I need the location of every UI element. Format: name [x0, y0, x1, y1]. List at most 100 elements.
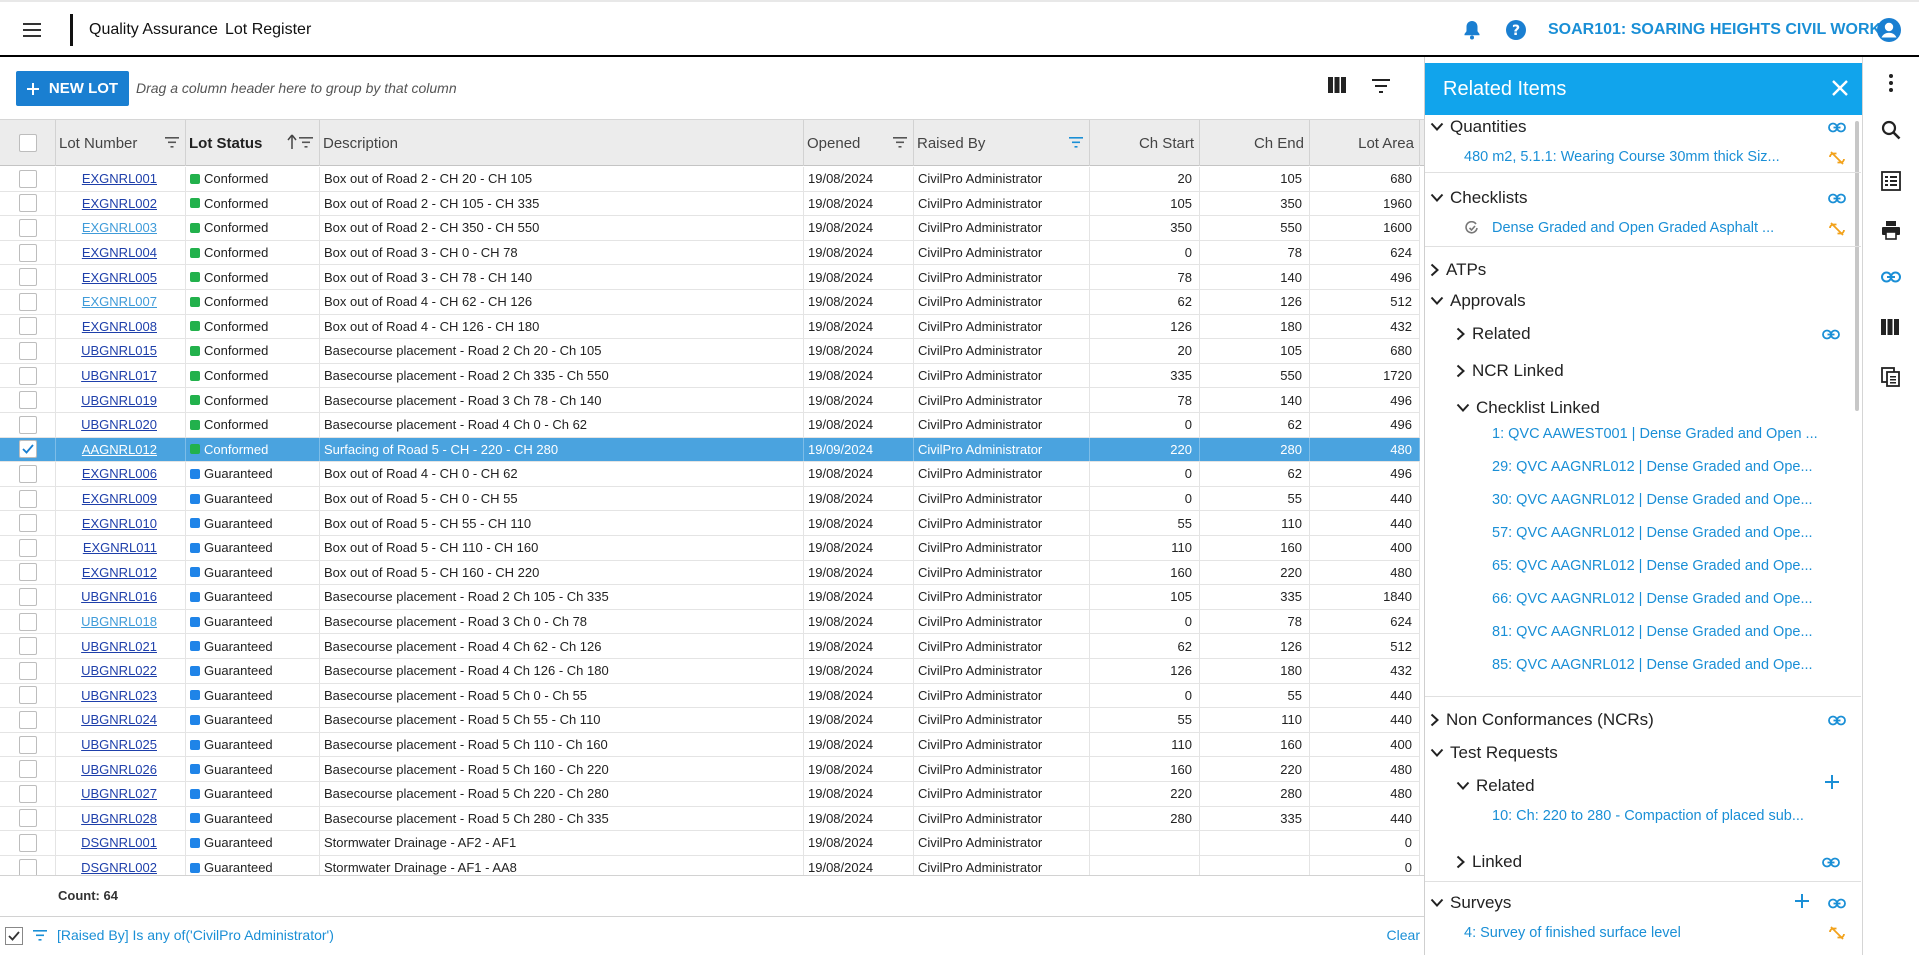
row-checkbox[interactable] — [18, 194, 37, 213]
unlink-icon[interactable] — [1828, 925, 1846, 941]
chevron-down-icon[interactable] — [1456, 781, 1470, 791]
table-row[interactable]: EXGNRL010 Guaranteed Box out of Road 5 - C… — [0, 511, 1420, 536]
lot-number-link[interactable]: EXGNRL001 — [82, 171, 157, 186]
test-requests-related[interactable]: Related — [1456, 773, 1535, 799]
chevron-right-icon[interactable] — [1430, 713, 1440, 727]
column-chooser-icon[interactable] — [1328, 77, 1346, 93]
close-icon[interactable] — [1831, 79, 1849, 97]
notifications-bell-icon[interactable] — [1462, 19, 1482, 41]
chevron-down-icon[interactable] — [1456, 403, 1470, 413]
filter-panel-icon[interactable] — [1372, 79, 1390, 93]
test-requests-linked[interactable]: Linked — [1456, 849, 1522, 875]
column-header-ch-end[interactable]: Ch End — [1200, 120, 1310, 166]
column-header-lot-status[interactable]: Lot Status — [186, 120, 320, 166]
row-checkbox[interactable] — [18, 587, 37, 606]
section-approvals[interactable]: Approvals — [1430, 288, 1526, 314]
row-checkbox[interactable] — [18, 760, 37, 779]
table-row[interactable]: UBGNRL018 Guaranteed Basecourse placement … — [0, 609, 1420, 635]
approval-checklist-link[interactable]: 85: QVC AAGNRL012 | Dense Graded and Ope… — [1492, 652, 1832, 678]
approvals-related[interactable]: Related — [1456, 321, 1531, 347]
unlink-icon[interactable] — [1828, 221, 1846, 237]
table-row[interactable]: UBGNRL028 Guaranteed Basecourse placement … — [0, 806, 1420, 832]
lot-number-link[interactable]: UBGNRL026 — [81, 762, 157, 777]
filter-icon[interactable] — [165, 137, 179, 148]
approval-checklist-link[interactable]: 57: QVC AAGNRL012 | Dense Graded and Ope… — [1492, 520, 1832, 546]
chevron-right-icon[interactable] — [1430, 263, 1440, 277]
table-row[interactable]: UBGNRL026 Guaranteed Basecourse placement … — [0, 757, 1420, 782]
chevron-right-icon[interactable] — [1456, 855, 1466, 869]
filter-expression[interactable]: [Raised By] Is any of('CivilPro Administ… — [57, 927, 334, 943]
row-checkbox[interactable] — [18, 858, 37, 875]
lot-number-link[interactable]: EXGNRL010 — [82, 516, 157, 531]
chevron-down-icon[interactable] — [1430, 748, 1444, 758]
chevron-down-icon[interactable] — [1430, 193, 1444, 203]
table-row[interactable]: UBGNRL020 Conformed Basecourse placement -… — [0, 413, 1420, 438]
lot-number-link[interactable]: UBGNRL025 — [81, 737, 157, 752]
quantity-item-link[interactable]: 480 m2, 5.1.1: Wearing Course 30mm thick… — [1464, 144, 1804, 170]
new-lot-button[interactable]: NEW LOT — [16, 71, 129, 106]
link-icon[interactable] — [1828, 898, 1846, 909]
table-row[interactable]: UBGNRL021 Guaranteed Basecourse placement … — [0, 634, 1420, 659]
table-row[interactable]: UBGNRL016 Guaranteed Basecourse placement … — [0, 585, 1420, 610]
section-checklists[interactable]: Checklists — [1430, 185, 1527, 211]
approvals-ncr-linked[interactable]: NCR Linked — [1456, 358, 1564, 384]
lot-number-link[interactable]: EXGNRL007 — [82, 294, 157, 309]
lot-number-link[interactable]: EXGNRL004 — [82, 245, 157, 260]
table-row[interactable]: UBGNRL023 Guaranteed Basecourse placement … — [0, 683, 1420, 709]
lot-number-link[interactable]: UBGNRL024 — [81, 712, 157, 727]
row-checkbox[interactable] — [18, 218, 37, 237]
lot-number-link[interactable]: DSGNRL001 — [81, 835, 157, 850]
select-all-checkbox[interactable] — [18, 134, 37, 152]
panel-scrollbar[interactable] — [1855, 121, 1859, 411]
table-row[interactable]: DSGNRL002 Guaranteed Stormwater Drainage -… — [0, 855, 1420, 875]
approval-checklist-link[interactable]: 66: QVC AAGNRL012 | Dense Graded and Ope… — [1492, 586, 1832, 612]
related-items-link-icon[interactable] — [1881, 271, 1901, 283]
lot-number-link[interactable]: UBGNRL018 — [81, 614, 157, 629]
filter-icon[interactable] — [893, 137, 907, 148]
table-row[interactable]: EXGNRL011 Guaranteed Box out of Road 5 - C… — [0, 536, 1420, 561]
row-checkbox[interactable] — [18, 292, 37, 311]
test-request-item-link[interactable]: 10: Ch: 220 to 280 - Compaction of place… — [1492, 803, 1832, 829]
lot-number-link[interactable]: DSGNRL002 — [81, 860, 157, 875]
table-row[interactable]: EXGNRL009 Guaranteed Box out of Road 5 - C… — [0, 486, 1420, 512]
lot-number-link[interactable]: UBGNRL019 — [81, 393, 157, 408]
chevron-down-icon[interactable] — [1430, 296, 1444, 306]
row-checkbox[interactable] — [18, 784, 37, 803]
table-row[interactable]: EXGNRL004 Conformed Box out of Road 3 - CH… — [0, 240, 1420, 266]
link-icon[interactable] — [1822, 857, 1840, 868]
approval-checklist-link[interactable]: 30: QVC AAGNRL012 | Dense Graded and Ope… — [1492, 487, 1832, 513]
chevron-down-icon[interactable] — [1430, 122, 1444, 132]
chevron-down-icon[interactable] — [1430, 898, 1444, 908]
table-row[interactable]: EXGNRL012 Guaranteed Box out of Road 5 - C… — [0, 560, 1420, 586]
row-checkbox[interactable] — [18, 341, 37, 360]
row-checkbox[interactable] — [18, 612, 37, 631]
approval-checklist-link[interactable]: 29: QVC AAGNRL012 | Dense Graded and Ope… — [1492, 454, 1832, 480]
column-header-lot-area[interactable]: Lot Area — [1310, 120, 1420, 166]
section-ncrs[interactable]: Non Conformances (NCRs) — [1430, 707, 1654, 733]
row-checkbox[interactable] — [18, 464, 37, 483]
list-details-icon[interactable] — [1881, 171, 1901, 191]
menu-icon[interactable] — [20, 18, 44, 42]
link-icon[interactable] — [1822, 329, 1840, 340]
columns-icon[interactable] — [1881, 319, 1899, 335]
lot-number-link[interactable]: UBGNRL023 — [81, 688, 157, 703]
row-checkbox[interactable] — [18, 661, 37, 680]
column-header-opened[interactable]: Opened — [804, 120, 914, 166]
lot-number-link[interactable]: UBGNRL028 — [81, 811, 157, 826]
clear-filter-link[interactable]: Clear — [1387, 927, 1420, 943]
row-checkbox[interactable] — [18, 489, 37, 508]
row-checkbox[interactable] — [18, 563, 37, 582]
unlink-icon[interactable] — [1828, 150, 1846, 166]
sort-ascending-icon[interactable] — [287, 134, 297, 150]
help-icon[interactable]: ? — [1505, 19, 1527, 41]
row-checkbox[interactable] — [18, 686, 37, 705]
approval-checklist-link[interactable]: 1: QVC AAWEST001 | Dense Graded and Open… — [1492, 421, 1832, 447]
section-quantities[interactable]: Quantities — [1430, 114, 1527, 140]
lot-number-link[interactable]: UBGNRL022 — [81, 663, 157, 678]
filter-enabled-checkbox[interactable] — [5, 927, 23, 945]
table-row[interactable]: UBGNRL015 Conformed Basecourse placement -… — [0, 339, 1420, 364]
lot-number-link[interactable]: EXGNRL011 — [83, 540, 157, 555]
column-header-description[interactable]: Description — [320, 120, 804, 166]
add-icon[interactable] — [1825, 775, 1839, 789]
lot-number-link[interactable]: UBGNRL027 — [81, 786, 157, 801]
